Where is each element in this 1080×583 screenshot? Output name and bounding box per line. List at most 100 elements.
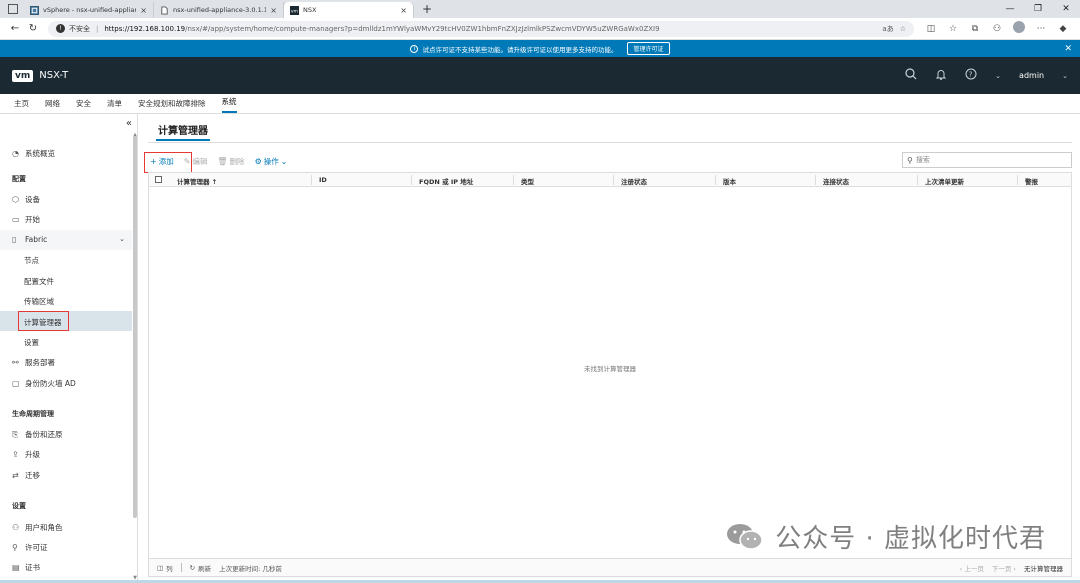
column-header-version[interactable]: 版本 <box>723 176 736 186</box>
column-header-registration-status[interactable]: 注册状态 <box>621 176 647 186</box>
favorites-icon[interactable]: ☆ <box>942 24 964 34</box>
grid-footer: ◫ 列 ↻ 刷新 上次更新时间: 几秒前 ‹ 上一页 下一页 › 无计算管理器 <box>149 558 1071 576</box>
info-icon: i <box>410 44 419 53</box>
sidebar-item-licenses[interactable]: ⚲ 许可证 <box>12 542 48 553</box>
user-menu[interactable]: admin <box>1019 71 1044 80</box>
monitor-icon: ▭ <box>12 215 20 224</box>
sidebar-section-lifecycle: 生命周期管理 <box>12 410 54 418</box>
browser-tab[interactable]: vSphere - nsx-unified-appliance-3 × <box>24 2 154 18</box>
copilot-icon[interactable]: ◆ <box>1052 24 1074 34</box>
prev-page-button[interactable]: ‹ 上一页 <box>960 563 984 573</box>
bell-icon[interactable] <box>935 68 947 83</box>
fabric-chevron-down-icon[interactable]: ⌄ <box>119 235 125 243</box>
search-icon[interactable] <box>905 68 917 83</box>
back-arrow-icon[interactable]: ← <box>6 23 24 34</box>
favorite-star-icon[interactable]: ☆ <box>900 25 906 33</box>
refresh-button[interactable]: ↻ 刷新 <box>190 563 211 573</box>
nav-tab-system[interactable]: 系统 <box>221 96 237 113</box>
column-divider <box>513 175 514 185</box>
sidebar-item-service-deployment[interactable]: ⚯ 服务部署 <box>12 357 55 368</box>
collapse-sidebar-icon[interactable]: « <box>126 118 132 129</box>
browser-tab-title: nsx-unified-appliance-3.0.1.1.0.16 <box>173 6 266 14</box>
nav-tab-plan-troubleshoot[interactable]: 安全规划和故障排除 <box>138 98 206 113</box>
address-bar[interactable]: ! 不安全 | https://192.168.100.19/nsx/#/app… <box>48 20 914 37</box>
user-chevron-down-icon[interactable]: ⌄ <box>1062 72 1068 80</box>
split-screen-icon[interactable]: ◫ <box>920 24 942 34</box>
sidebar-item-backup[interactable]: ⎘ 备份和还原 <box>12 429 63 440</box>
help-chevron-down-icon[interactable]: ⌄ <box>995 72 1001 80</box>
close-tab-icon[interactable]: × <box>140 6 147 15</box>
window-controls: — ❐ ✕ <box>996 0 1080 18</box>
close-banner-icon[interactable]: ✕ <box>1064 44 1072 54</box>
restore-button[interactable]: ❐ <box>1024 0 1052 18</box>
column-divider <box>311 175 312 185</box>
close-tab-icon[interactable]: × <box>270 6 277 15</box>
vmware-logo: vm <box>12 69 34 82</box>
collections-icon[interactable]: ⧉ <box>964 24 986 34</box>
dashboard-icon: ◔ <box>12 149 19 158</box>
next-page-button[interactable]: 下一页 › <box>992 563 1016 573</box>
column-header-connection-status[interactable]: 连接状态 <box>823 176 849 186</box>
sidebar-item-appliances[interactable]: ⬡ 设备 <box>12 194 40 205</box>
sidebar-item-upgrade[interactable]: ⇪ 升级 <box>12 449 40 460</box>
column-header-id[interactable]: ID <box>319 176 327 184</box>
sidebar: « ▲ ▼ ◔ 系统概览 配置 ⬡ 设备 ▭ 开始 ▯ Fabric ⌄ 节点 配置文件… <box>0 114 138 583</box>
url-text[interactable]: https://192.168.100.19/nsx/#/app/system/… <box>104 25 876 33</box>
actions-menu-button[interactable]: ⚙ 操作 ⌄ <box>255 156 290 167</box>
column-header-fqdn[interactable]: FQDN 或 IP 地址 <box>419 176 473 186</box>
help-icon[interactable]: ? <box>965 68 977 83</box>
new-tab-button[interactable]: + <box>414 2 440 18</box>
document-favicon-icon <box>161 5 168 15</box>
minimize-button[interactable]: — <box>996 0 1024 18</box>
warning-icon[interactable]: ! <box>56 24 65 33</box>
column-header-alarms[interactable]: 警报 <box>1025 176 1038 186</box>
column-toggle-button[interactable]: ◫ 列 <box>157 563 173 573</box>
nav-tab-networking[interactable]: 网络 <box>45 98 60 113</box>
appliance-icon: ⬡ <box>12 195 19 204</box>
column-divider <box>715 175 716 185</box>
sidebar-item-certificates[interactable]: ▤ 证书 <box>12 562 40 573</box>
more-menu-icon[interactable]: ··· <box>1030 24 1052 34</box>
refresh-icon: ↻ <box>189 563 196 572</box>
sidebar-item-get-started[interactable]: ▭ 开始 <box>12 214 40 225</box>
sidebar-scrollbar[interactable] <box>133 136 137 518</box>
sidebar-item-idfw-ad[interactable]: ▢ 身份防火墙 AD <box>12 378 76 389</box>
sidebar-item-overview[interactable]: ◔ 系统概览 <box>12 148 55 159</box>
column-header-compute-manager[interactable]: 计算管理器 ↑ <box>177 176 217 186</box>
certificate-icon: ▤ <box>12 563 20 572</box>
column-divider <box>1017 175 1018 185</box>
select-all-checkbox[interactable] <box>155 176 162 183</box>
close-window-button[interactable]: ✕ <box>1052 0 1080 18</box>
browser-tab-active[interactable]: vm NSX × <box>284 2 414 18</box>
nav-tab-security[interactable]: 安全 <box>76 98 91 113</box>
delete-button[interactable]: 🗑 删除 <box>217 156 244 167</box>
search-input[interactable]: ⚲ 搜索 <box>902 152 1072 168</box>
sidebar-item-users-roles[interactable]: ⚇ 用户和角色 <box>12 522 63 533</box>
column-header-last-inventory-update[interactable]: 上次清单更新 <box>925 176 964 186</box>
read-aloud-icon[interactable]: aあ <box>882 24 893 34</box>
column-header-type[interactable]: 类型 <box>521 176 534 186</box>
service-icon: ⚯ <box>12 358 19 367</box>
sidebar-item-migrate[interactable]: ⇄ 迁移 <box>12 470 40 481</box>
column-divider <box>815 175 816 185</box>
manage-license-button[interactable]: 管理许可证 <box>627 42 670 55</box>
sidebar-item-transport-zones[interactable]: 传输区域 <box>24 296 54 307</box>
column-divider <box>613 175 614 185</box>
sidebar-item-fabric[interactable]: ▯ Fabric <box>12 235 47 244</box>
nav-tab-home[interactable]: 主页 <box>14 98 29 113</box>
sidebar-item-fabric-settings[interactable]: 设置 <box>24 337 39 348</box>
tab-actions-icon[interactable] <box>8 4 18 14</box>
profile-avatar[interactable] <box>1008 21 1030 36</box>
browser-tab[interactable]: nsx-unified-appliance-3.0.1.1.0.16 × <box>154 2 284 18</box>
nav-tab-inventory[interactable]: 清单 <box>107 98 122 113</box>
extensions-icon[interactable]: ⚇ <box>986 24 1008 34</box>
not-secure-label[interactable]: 不安全 <box>69 24 90 34</box>
reload-icon[interactable]: ↻ <box>24 23 42 34</box>
sidebar-item-profiles[interactable]: 配置文件 <box>24 276 54 287</box>
close-tab-icon[interactable]: × <box>400 6 407 15</box>
sidebar-item-nodes[interactable]: 节点 <box>24 255 39 266</box>
users-icon: ⚇ <box>12 523 20 532</box>
highlight-box-add <box>144 152 192 173</box>
license-banner: i 试点许可证不支持某些功能。请升级许可证以使用更多支持的功能。 管理许可证 ✕ <box>0 40 1080 57</box>
folder-icon: ▢ <box>12 379 20 388</box>
